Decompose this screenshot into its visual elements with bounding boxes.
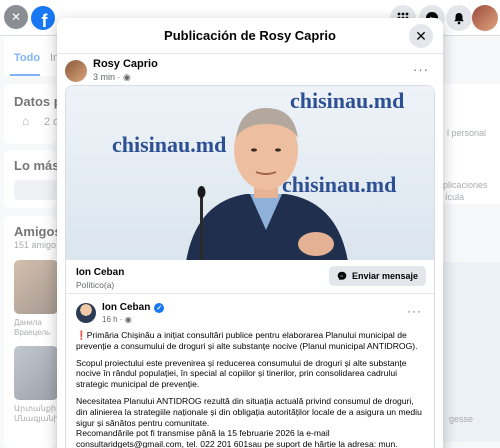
- facebook-logo[interactable]: f: [31, 6, 55, 30]
- author-avatar[interactable]: [65, 59, 87, 82]
- shared-post: chisinau.md chisinau.md chisinau.md Ion …: [65, 85, 435, 448]
- globe-icon: ◉: [124, 315, 132, 324]
- messenger-icon: [337, 271, 347, 281]
- post-options-button[interactable]: ···: [413, 62, 429, 77]
- post-header: Rosy Caprio 3 min · ◉: [65, 58, 158, 83]
- notifications-button[interactable]: [446, 5, 472, 31]
- post-timestamp[interactable]: 3 min · ◉: [93, 72, 158, 83]
- exclamation-icon: ❗: [76, 330, 87, 340]
- original-post-timestamp[interactable]: 16 h · ◉: [102, 315, 164, 324]
- post-paragraph: Recomandările pot fi transmise până la 1…: [76, 428, 398, 448]
- post-photo[interactable]: chisinau.md chisinau.md chisinau.md: [66, 86, 434, 260]
- original-post: Ion Ceban ✓ 16 h · ◉ ··· ❗Primăria Chișin…: [66, 294, 434, 448]
- bell-icon: [454, 12, 464, 24]
- dialog-title: Publicación de Rosy Caprio: [164, 28, 336, 43]
- shared-profile-row: Ion Ceban Político(a) Enviar mensaje: [66, 260, 434, 294]
- microphone-icon: [197, 186, 206, 260]
- original-author-avatar[interactable]: [76, 303, 96, 323]
- send-message-button[interactable]: Enviar mensaje: [328, 266, 426, 286]
- original-author-name[interactable]: Ion Ceban ✓: [102, 302, 165, 313]
- post-paragraph: Scopul proiectului este prevenirea și re…: [76, 357, 407, 390]
- post-dialog: Publicación de Rosy Caprio ✕ Rosy Caprio…: [57, 18, 443, 448]
- dialog-header: Publicación de Rosy Caprio ✕: [57, 18, 443, 54]
- account-avatar[interactable]: [472, 5, 498, 31]
- globe-icon: ◉: [123, 72, 131, 82]
- close-icon: ✕: [415, 27, 427, 44]
- original-post-options-button[interactable]: ···: [407, 304, 422, 318]
- post-author-name[interactable]: Rosy Caprio: [93, 58, 158, 70]
- original-post-header: Ion Ceban ✓ 16 h · ◉: [76, 302, 424, 324]
- post-paragraph: ❗Primăria Chișinău a inițiat consultări …: [76, 330, 418, 351]
- close-dialog-button[interactable]: ✕: [409, 24, 433, 48]
- close-viewer-button[interactable]: ✕: [4, 5, 28, 29]
- close-icon: ✕: [10, 10, 22, 24]
- send-message-label: Enviar mensaje: [351, 271, 418, 281]
- shared-profile-category: Político(a): [76, 280, 115, 290]
- post-paragraph: Necesitatea Planului ANTIDROG rezultă di…: [76, 395, 422, 428]
- verified-badge-icon: ✓: [154, 302, 165, 313]
- shared-profile-name[interactable]: Ion Ceban: [76, 267, 124, 278]
